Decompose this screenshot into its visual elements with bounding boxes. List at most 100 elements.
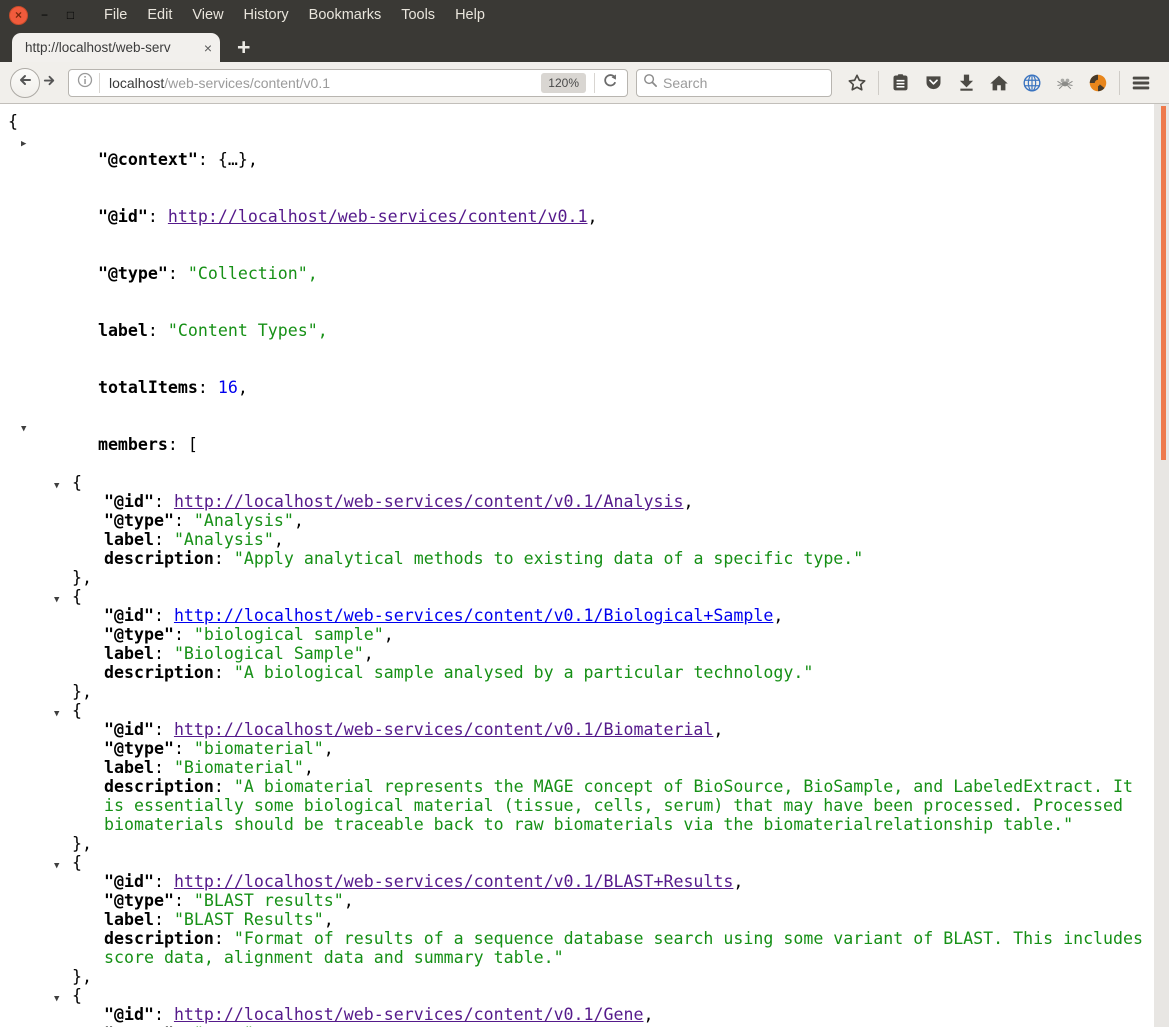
json-string-value: "A biomaterial represents the MAGE conce… xyxy=(104,777,1144,834)
json-string-value: "BLAST results" xyxy=(193,891,344,910)
json-row-members: ▼ members: [ xyxy=(0,416,1150,473)
json-member-close: }, xyxy=(72,568,92,587)
json-member-link[interactable]: http://localhost/web-services/content/v0… xyxy=(174,606,773,625)
json-member-property: "@id": http://localhost/web-services/con… xyxy=(104,1005,654,1024)
search-bar[interactable] xyxy=(636,68,844,97)
back-button[interactable] xyxy=(10,67,40,98)
url-bar-separator xyxy=(594,72,595,93)
home-icon[interactable] xyxy=(984,69,1014,97)
collapse-arrow-icon[interactable]: ▼ xyxy=(21,420,26,439)
menu-item-history[interactable]: History xyxy=(234,0,299,30)
scrollbar-thumb[interactable] xyxy=(1161,106,1166,460)
maximize-window-button[interactable]: □ xyxy=(61,6,80,25)
json-member-property: description: "A biological sample analys… xyxy=(104,663,814,682)
toolbar-icons xyxy=(842,69,1156,97)
window-menu-bar: × − □ File Edit View History Bookmarks Tools Hel… xyxy=(0,0,1169,30)
json-key: description xyxy=(104,549,214,568)
forward-arrow-icon xyxy=(42,73,57,93)
json-member-open: ▼{ xyxy=(0,986,1150,1005)
menu-bar-items: File Edit View History Bookmarks Tools Help xyxy=(94,0,495,30)
menu-item-view[interactable]: View xyxy=(182,0,233,30)
json-key: label xyxy=(104,758,154,777)
search-input[interactable] xyxy=(663,74,844,91)
json-member-property: "@type": "BLAST results", xyxy=(104,891,354,910)
close-window-button[interactable]: × xyxy=(9,5,28,25)
json-key: "@id" xyxy=(104,1005,154,1024)
json-member-property: "@id": http://localhost/web-services/con… xyxy=(104,872,744,891)
json-key: "@type" xyxy=(104,739,174,758)
pocket-icon[interactable] xyxy=(918,69,948,97)
search-icon xyxy=(643,73,658,93)
json-row-id: "@id": http://localhost/web-services/con… xyxy=(97,207,598,226)
json-row-total-items: totalItems: 16, xyxy=(97,378,248,397)
json-member-link[interactable]: http://localhost/web-services/content/v0… xyxy=(174,720,713,739)
json-key: "@id" xyxy=(104,720,154,739)
json-string-value: "Analysis" xyxy=(173,530,274,549)
json-id-link[interactable]: http://localhost/web-services/content/v0… xyxy=(168,207,588,226)
json-member-property: description: "A biomaterial represents t… xyxy=(104,777,1144,834)
json-string-value: "Format of results of a sequence databas… xyxy=(104,929,1154,967)
bookmark-star-icon[interactable] xyxy=(842,69,872,97)
json-key: "@id" xyxy=(104,492,154,511)
spider-extension-icon[interactable] xyxy=(1050,69,1080,97)
toolbar-separator xyxy=(1119,70,1120,95)
scrollbar-track[interactable] xyxy=(1154,104,1169,1027)
json-key: label xyxy=(104,644,154,663)
json-member-property: description: "Format of results of a seq… xyxy=(104,929,1154,967)
json-member-property: label: "Analysis", xyxy=(104,530,284,549)
json-string-value: "Biological Sample" xyxy=(173,644,364,663)
menu-item-bookmarks[interactable]: Bookmarks xyxy=(299,0,392,30)
json-member-open: ▼{ xyxy=(0,587,1150,606)
json-member-property: "@type": "Analysis", xyxy=(104,511,304,530)
tab-strip: http://localhost/web-serv × + xyxy=(0,30,1169,62)
back-arrow-icon xyxy=(17,72,33,93)
menu-item-edit[interactable]: Edit xyxy=(137,0,182,30)
browser-tab-active[interactable]: http://localhost/web-serv × xyxy=(12,33,220,62)
json-member-link[interactable]: http://localhost/web-services/content/v0… xyxy=(174,1005,644,1024)
json-key: description xyxy=(104,777,214,796)
json-member-property: description: "Apply analytical methods t… xyxy=(104,549,864,568)
downloads-icon[interactable] xyxy=(951,69,981,97)
json-members: ▼{"@id": http://localhost/web-services/c… xyxy=(0,473,1150,1027)
site-info-icon[interactable] xyxy=(77,72,93,93)
json-member-property: label: "Biological Sample", xyxy=(104,644,374,663)
json-key: "@id" xyxy=(104,872,154,891)
menu-item-tools[interactable]: Tools xyxy=(391,0,445,30)
json-member-property: "@id": http://localhost/web-services/con… xyxy=(104,606,784,625)
json-string-value: "Analysis" xyxy=(193,511,294,530)
globe-extension-icon[interactable] xyxy=(1017,69,1047,97)
json-member-close: }, xyxy=(72,967,92,986)
json-member-property: "@id": http://localhost/web-services/con… xyxy=(104,720,724,739)
json-key: "@type" xyxy=(104,891,174,910)
new-tab-button[interactable]: + xyxy=(237,33,250,62)
orange-extension-icon[interactable] xyxy=(1083,69,1113,97)
json-row-label: label: "Content Types", xyxy=(97,321,328,340)
tab-title-fade xyxy=(177,40,200,55)
json-member-property: "@type": "biomaterial", xyxy=(104,739,334,758)
json-member-link[interactable]: http://localhost/web-services/content/v0… xyxy=(174,492,684,511)
tab-close-icon[interactable]: × xyxy=(204,40,212,56)
url-bar[interactable]: localhost/web-services/content/v0.1 120% xyxy=(68,68,628,97)
json-string-value: "biological sample" xyxy=(193,625,384,644)
json-string-value: "Apply analytical methods to existing da… xyxy=(233,549,864,568)
reload-button[interactable] xyxy=(597,71,623,95)
json-member-property: label: "BLAST Results", xyxy=(104,910,334,929)
json-member-link[interactable]: http://localhost/web-services/content/v0… xyxy=(174,872,733,891)
json-member-close: }, xyxy=(72,834,92,853)
url-bar-separator xyxy=(99,72,100,93)
hamburger-menu-icon[interactable] xyxy=(1126,69,1156,97)
expand-arrow-icon[interactable]: ▶ xyxy=(21,135,26,154)
json-key: "@type" xyxy=(104,625,174,644)
menu-item-file[interactable]: File xyxy=(94,0,137,30)
bookmarks-list-icon[interactable] xyxy=(885,69,915,97)
menu-item-help[interactable]: Help xyxy=(445,0,495,30)
zoom-level-badge[interactable]: 120% xyxy=(541,72,586,93)
json-string-value: "Biomaterial" xyxy=(173,758,304,777)
minimize-window-button[interactable]: − xyxy=(35,6,54,25)
json-key: description xyxy=(104,663,214,682)
json-key: "@id" xyxy=(104,606,154,625)
json-member-open: ▼{ xyxy=(0,473,1150,492)
toolbar-separator xyxy=(878,70,879,95)
json-member-close: }, xyxy=(72,682,92,701)
reload-icon xyxy=(602,72,619,94)
